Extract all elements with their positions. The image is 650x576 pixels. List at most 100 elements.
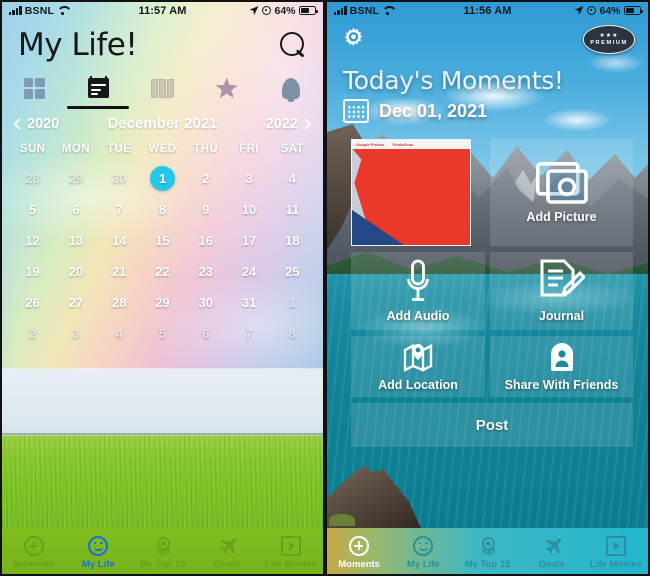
left-phone-screen: BSNL 11:57 AM 64% My Life! 2020 December… bbox=[0, 0, 325, 576]
carrier-label: BSNL bbox=[349, 4, 380, 17]
chevron-left-icon bbox=[13, 117, 25, 130]
plus-circle-icon bbox=[349, 535, 370, 556]
location-arrow-icon bbox=[574, 6, 584, 15]
post-button[interactable]: Post bbox=[351, 403, 633, 447]
tab-my-top-15[interactable]: My Top 15 bbox=[455, 533, 519, 570]
calendar-day-cell[interactable]: 30 bbox=[98, 163, 141, 194]
active-tab-underline bbox=[67, 105, 130, 109]
calendar-day-cell[interactable]: 29 bbox=[54, 163, 97, 194]
section-tabs bbox=[2, 67, 323, 109]
wifi-icon bbox=[382, 6, 393, 15]
calendar-day-cell[interactable]: 6 bbox=[54, 194, 97, 225]
calendar-day-cell[interactable]: 18 bbox=[271, 225, 314, 256]
tab-goals[interactable]: Goals bbox=[520, 533, 584, 570]
calendar-day-cell[interactable]: 29 bbox=[141, 287, 184, 318]
calendar-day-cell[interactable]: 1 bbox=[271, 287, 314, 318]
calendar-day-cell[interactable]: 10 bbox=[227, 194, 270, 225]
calendar-day-cell[interactable]: 16 bbox=[184, 225, 227, 256]
gear-icon[interactable] bbox=[340, 25, 367, 52]
calendar-day-cell[interactable]: 23 bbox=[184, 256, 227, 287]
tab-map[interactable] bbox=[130, 69, 194, 107]
photo-preview-tile[interactable]: Google Photos PhotoScan bbox=[351, 139, 471, 246]
calendar-day-cell[interactable]: 25 bbox=[271, 256, 314, 287]
calendar-day-cell[interactable]: 8 bbox=[271, 318, 314, 349]
document-pencil-icon bbox=[540, 259, 585, 297]
tab-notifications[interactable] bbox=[259, 69, 323, 107]
tab-goals[interactable]: Goals bbox=[195, 533, 259, 570]
tab-my-top-15[interactable]: My Top 15 bbox=[130, 533, 194, 570]
status-bar: BSNL 11:57 AM 64% bbox=[2, 2, 323, 19]
calendar-day-cell[interactable]: 1 bbox=[141, 163, 184, 194]
calendar-day-cell[interactable]: 14 bbox=[98, 225, 141, 256]
calendar-day-cell[interactable]: 12 bbox=[11, 225, 54, 256]
tab-life-movies[interactable]: Life Movies bbox=[584, 533, 648, 570]
tab-my-life[interactable]: My Life bbox=[391, 533, 455, 570]
tile-label: Add Picture bbox=[526, 209, 597, 224]
calendar-day-cell[interactable]: 28 bbox=[11, 163, 54, 194]
weekday-label: THU bbox=[193, 143, 219, 155]
calendar-day-cell[interactable]: 13 bbox=[54, 225, 97, 256]
calendar-day-cell[interactable]: 3 bbox=[227, 163, 270, 194]
calendar-week-row: 26 27 28 29 30 31 1 bbox=[11, 287, 314, 318]
add-audio-button[interactable]: Add Audio bbox=[351, 252, 485, 330]
location-arrow-icon bbox=[249, 6, 259, 15]
calendar-day-cell[interactable]: 15 bbox=[141, 225, 184, 256]
calendar-day-cell[interactable]: 2 bbox=[11, 318, 54, 349]
share-with-friends-button[interactable]: Share With Friends bbox=[490, 336, 633, 397]
calendar-day-cell[interactable]: 5 bbox=[141, 318, 184, 349]
premium-label: PREMIUM bbox=[590, 40, 628, 46]
calendar-day-cell[interactable]: 24 bbox=[227, 256, 270, 287]
right-header: ★★★ PREMIUM bbox=[327, 19, 648, 54]
tab-life-movies[interactable]: Life Movies bbox=[259, 533, 323, 570]
tab-grid[interactable] bbox=[2, 69, 66, 107]
calendar-day-cell[interactable]: 27 bbox=[54, 287, 97, 318]
airplane-icon bbox=[545, 537, 562, 554]
calendar-day-cell[interactable]: 2 bbox=[184, 163, 227, 194]
tab-favorites[interactable] bbox=[195, 69, 259, 107]
calendar-day-cell[interactable]: 5 bbox=[11, 194, 54, 225]
journal-button[interactable]: Journal bbox=[490, 252, 633, 330]
weekday-label: FRI bbox=[239, 143, 259, 155]
add-location-button[interactable]: Add Location bbox=[351, 336, 485, 397]
right-content: ★★★ PREMIUM Today's Moments! Dec 01, 202… bbox=[327, 19, 648, 574]
weekday-header-row: SUN MON TUE WED THU FRI SAT bbox=[11, 139, 314, 163]
weekday-label: MON bbox=[61, 143, 90, 155]
search-icon[interactable] bbox=[280, 31, 307, 59]
premium-badge[interactable]: ★★★ PREMIUM bbox=[583, 25, 635, 54]
grid-icon bbox=[23, 77, 45, 99]
add-picture-button[interactable]: Add Picture bbox=[490, 139, 633, 246]
calendar-day-cell[interactable]: 17 bbox=[227, 225, 270, 256]
calendar-day-cell[interactable]: 11 bbox=[271, 194, 314, 225]
calendar-day-cell[interactable]: 26 bbox=[11, 287, 54, 318]
tab-calendar[interactable] bbox=[66, 69, 130, 109]
tab-moments[interactable]: Moments bbox=[327, 533, 391, 570]
calendar-day-cell[interactable]: 31 bbox=[227, 287, 270, 318]
signal-bars-icon bbox=[9, 6, 22, 15]
calendar-day-cell[interactable]: 8 bbox=[141, 194, 184, 225]
calendar-day-cell[interactable]: 21 bbox=[98, 256, 141, 287]
weekday-label: SAT bbox=[280, 143, 305, 155]
calendar-day-cell[interactable]: 20 bbox=[54, 256, 97, 287]
calendar-day-cell[interactable]: 9 bbox=[184, 194, 227, 225]
calendar-day-cell[interactable]: 28 bbox=[98, 287, 141, 318]
calendar-day-cell[interactable]: 22 bbox=[141, 256, 184, 287]
book-map-icon bbox=[151, 78, 174, 98]
premium-stars: ★★★ bbox=[599, 33, 619, 39]
calendar-day-cell[interactable]: 4 bbox=[98, 318, 141, 349]
movie-icon bbox=[280, 535, 301, 556]
calendar-day-cell[interactable]: 7 bbox=[227, 318, 270, 349]
tab-label: Goals bbox=[538, 558, 565, 570]
next-year-button[interactable]: 2022 bbox=[266, 116, 312, 132]
calendar-day-cell[interactable]: 3 bbox=[54, 318, 97, 349]
post-label: Post bbox=[475, 416, 509, 434]
calendar-day-cell[interactable]: 7 bbox=[98, 194, 141, 225]
tab-moments[interactable]: Moments bbox=[2, 533, 66, 570]
calendar-day-cell[interactable]: 4 bbox=[271, 163, 314, 194]
calendar-day-cell[interactable]: 30 bbox=[184, 287, 227, 318]
weekday-label: SUN bbox=[19, 143, 46, 155]
calendar-day-cell[interactable]: 6 bbox=[184, 318, 227, 349]
calendar-day-cell[interactable]: 19 bbox=[11, 256, 54, 287]
green-field-photo[interactable] bbox=[2, 368, 323, 528]
tab-my-life[interactable]: My Life bbox=[66, 533, 130, 570]
prev-year-button[interactable]: 2020 bbox=[13, 116, 59, 132]
